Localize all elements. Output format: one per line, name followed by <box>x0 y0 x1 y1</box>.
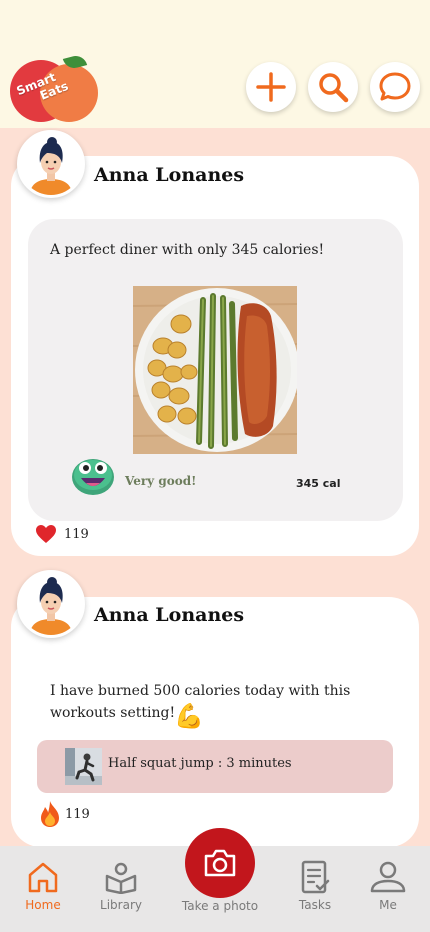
avatar[interactable] <box>17 570 85 638</box>
heart-icon <box>36 525 56 543</box>
nav-me-label: Me <box>379 898 397 912</box>
reaction-fire[interactable]: 119 <box>38 800 90 828</box>
take-photo-button[interactable] <box>185 828 255 898</box>
chat-bubble-icon <box>379 72 411 101</box>
workout-thumbnail-illustration <box>65 748 102 785</box>
meal-photo-illustration <box>133 286 297 454</box>
camera-icon <box>204 849 236 877</box>
nav-take-photo-label: Take a photo <box>181 899 259 913</box>
search-button[interactable] <box>308 62 358 112</box>
add-button[interactable] <box>246 62 296 112</box>
rating-label: Very good! <box>125 474 197 488</box>
workout-thumbnail <box>65 748 102 785</box>
tasks-icon <box>301 860 330 894</box>
happy-face-icon <box>72 459 114 495</box>
nav-home[interactable]: Home <box>3 860 83 912</box>
workout-label: Half squat jump : 3 minutes <box>108 756 292 771</box>
meal-photo[interactable] <box>133 286 297 454</box>
nav-library[interactable]: Library <box>81 860 161 912</box>
messages-button[interactable] <box>370 62 420 112</box>
avatar-illustration <box>20 133 82 195</box>
post-author[interactable]: Anna Lonanes <box>94 604 244 626</box>
plus-icon <box>256 72 286 102</box>
fire-icon <box>41 801 59 827</box>
search-icon <box>319 73 349 103</box>
home-icon <box>28 862 58 893</box>
avatar[interactable] <box>17 130 85 198</box>
rating-mascot <box>71 456 115 496</box>
avatar-illustration <box>20 573 82 635</box>
user-icon <box>370 861 406 893</box>
nav-home-label: Home <box>25 898 61 912</box>
nav-library-label: Library <box>100 898 142 912</box>
reaction-count: 119 <box>65 806 90 822</box>
post-author[interactable]: Anna Lonanes <box>94 164 244 186</box>
flexed-biceps-emoji: 💪 <box>174 702 204 730</box>
post-text: A perfect diner with only 345 calories! <box>50 242 325 258</box>
library-icon <box>105 862 137 894</box>
reaction-count: 119 <box>64 526 89 542</box>
nav-tasks-label: Tasks <box>298 898 332 912</box>
nav-me[interactable]: Me <box>348 860 428 912</box>
nav-tasks[interactable]: Tasks <box>275 860 355 912</box>
smart-eats-logo: Smart Eats <box>10 53 98 122</box>
calorie-count: 345 cal <box>296 477 341 490</box>
post-text-line1: I have burned 500 calories today with th… <box>50 683 351 699</box>
reaction-like[interactable]: 119 <box>35 524 89 544</box>
workout-item[interactable]: Half squat jump : 3 minutes <box>37 740 393 793</box>
post-text-line2: workouts setting! <box>50 705 176 721</box>
